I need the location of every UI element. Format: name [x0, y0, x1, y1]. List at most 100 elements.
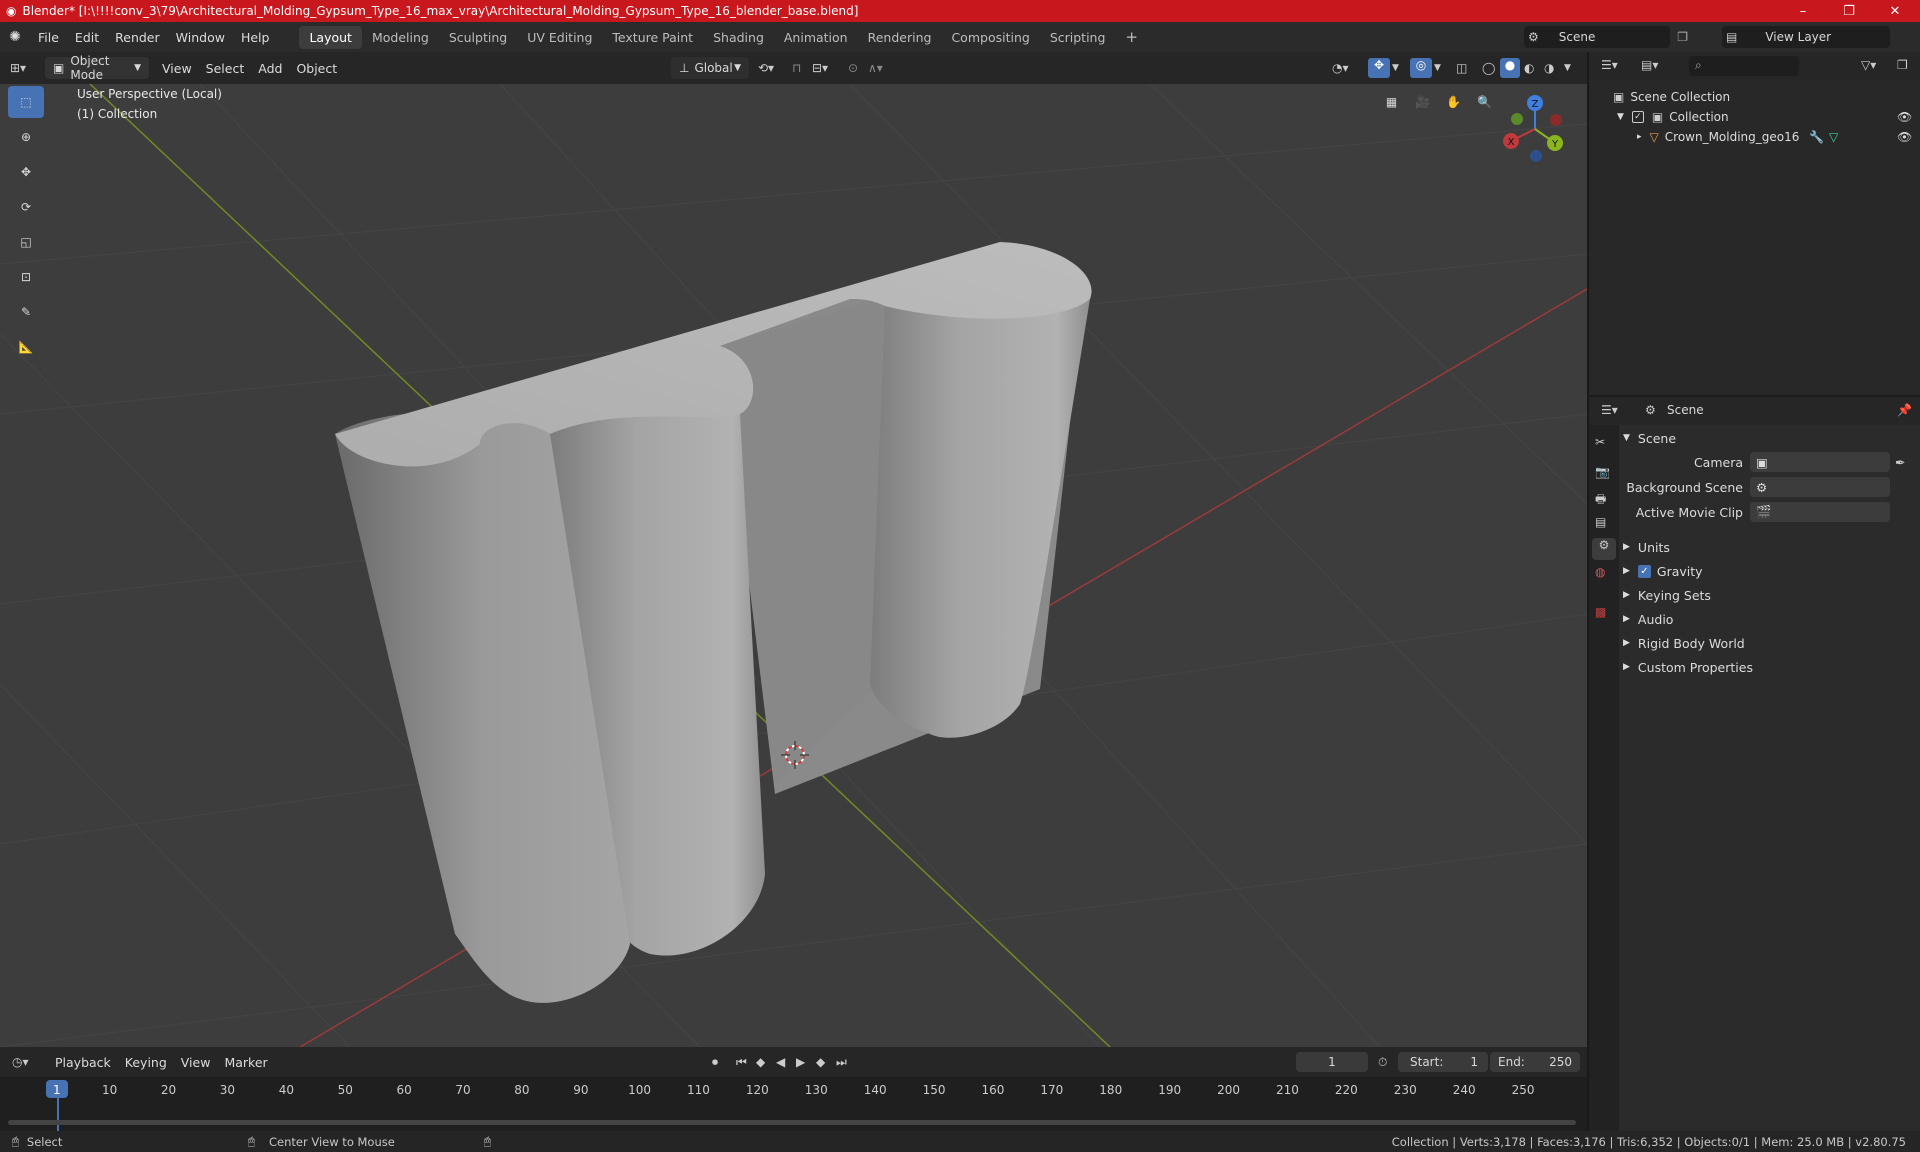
menu-add[interactable]: Add [251, 61, 289, 76]
clock-icon[interactable]: ⏱ [1378, 1055, 1387, 1070]
rotate-tool[interactable]: ⟳ [8, 191, 44, 223]
menu-object[interactable]: Object [289, 61, 344, 76]
keying-sets-panel-header[interactable]: ▶ Keying Sets [1623, 584, 1920, 606]
outliner-search-input[interactable]: ⌕ [1689, 56, 1799, 76]
pin-icon[interactable]: 📌 [1897, 403, 1912, 417]
view-layer-tab-icon[interactable]: ▤ [1595, 515, 1606, 529]
add-workspace-button[interactable]: + [1115, 24, 1148, 50]
camera-field[interactable]: ▣ [1750, 452, 1890, 472]
gravity-panel-header[interactable]: ▶ ✓ Gravity [1623, 560, 1920, 582]
world-tab-icon[interactable]: ◍ [1595, 565, 1605, 579]
eye-icon[interactable]: 👁 [1897, 110, 1912, 124]
tab-rendering[interactable]: Rendering [858, 26, 942, 49]
close-button[interactable]: ✕ [1872, 0, 1918, 22]
eye-icon[interactable]: 👁 [1897, 130, 1912, 144]
maximize-button[interactable]: ❐ [1826, 0, 1872, 22]
audio-panel-header[interactable]: ▶ Audio [1623, 608, 1920, 630]
display-mode-icon[interactable]: ▤▾ [1641, 58, 1658, 72]
select-box-tool[interactable]: ⬚ [8, 86, 44, 118]
prev-keyframe-icon[interactable]: ◆ [756, 1055, 765, 1069]
new-scene-icon[interactable]: ❐ [1677, 30, 1688, 44]
chevron-down-icon[interactable]: ▼ [1434, 63, 1441, 73]
units-panel-header[interactable]: ▶ Units [1623, 536, 1920, 558]
gizmo-toggle-icon[interactable]: ✥ [1368, 58, 1390, 78]
menu-edit[interactable]: Edit [67, 30, 107, 45]
checkbox-icon[interactable]: ✓ [1631, 111, 1644, 123]
tab-uv-editing[interactable]: UV Editing [517, 26, 602, 49]
toggle-grid-icon[interactable]: ▦ [1378, 88, 1405, 115]
tab-compositing[interactable]: Compositing [941, 26, 1039, 49]
zoom-icon[interactable]: 🔍 [1471, 88, 1498, 115]
tab-animation[interactable]: Animation [774, 26, 858, 49]
measure-tool[interactable]: 📐 [8, 331, 44, 363]
falloff-icon[interactable]: ∧▾ [868, 61, 883, 75]
jump-end-icon[interactable]: ⏭ [836, 1055, 847, 1070]
modifier-wrench-icon[interactable]: 🔧 [1809, 130, 1824, 144]
scale-tool[interactable]: ◱ [8, 226, 44, 258]
transform-tool[interactable]: ⊡ [8, 261, 44, 293]
active-movie-clip-field[interactable]: 🎬 [1750, 502, 1890, 522]
jump-start-icon[interactable]: ⏮ [736, 1055, 747, 1070]
menu-view[interactable]: View [155, 61, 199, 76]
pivot-icon[interactable]: ⟲▾ [758, 61, 774, 75]
snap-icon[interactable]: ⊓ [792, 61, 801, 75]
scene-panel-header[interactable]: ▼ Scene [1623, 427, 1920, 449]
mode-dropdown[interactable]: ▣ Object Mode ▼ [45, 54, 149, 82]
tool-tab-icon[interactable]: ✂ [1595, 435, 1605, 449]
orientation-dropdown[interactable]: ⊥ Global ▼ [671, 57, 749, 79]
menu-playback[interactable]: Playback [48, 1055, 118, 1070]
menu-window[interactable]: Window [168, 30, 233, 45]
camera-view-icon[interactable]: 🎥 [1409, 88, 1436, 115]
editor-type-icon[interactable]: ☰▾ [1601, 403, 1618, 417]
end-frame-field[interactable]: End: 250 [1490, 1052, 1580, 1072]
menu-file[interactable]: File [30, 30, 67, 45]
cursor-tool[interactable]: ⊕ [8, 121, 44, 153]
record-icon[interactable]: ⏺ [712, 1055, 718, 1070]
solid-shading-icon[interactable]: ● [1500, 58, 1520, 78]
menu-timeline-view[interactable]: View [174, 1055, 218, 1070]
gravity-checkbox[interactable]: ✓ [1637, 564, 1651, 578]
editor-type-icon[interactable]: ⊞▾ [10, 61, 42, 75]
chevron-down-icon[interactable]: ▼ [1392, 63, 1399, 73]
tab-shading[interactable]: Shading [703, 26, 774, 49]
annotate-tool[interactable]: ✎ [8, 296, 44, 328]
pan-hand-icon[interactable]: ✋ [1440, 88, 1467, 115]
menu-marker[interactable]: Marker [217, 1055, 274, 1070]
output-tab-icon[interactable]: 🖶 [1595, 490, 1606, 511]
minimize-button[interactable]: – [1780, 0, 1826, 22]
menu-help[interactable]: Help [233, 30, 278, 45]
filter-icon[interactable]: ▽▾ [1861, 58, 1876, 72]
custom-properties-panel-header[interactable]: ▶ Custom Properties [1623, 656, 1920, 678]
snap-target-icon[interactable]: ⊟▾ [812, 61, 828, 75]
editor-type-icon[interactable]: ◷▾ [12, 1055, 48, 1069]
mesh-data-icon[interactable]: ▽ [1829, 130, 1838, 144]
start-frame-field[interactable]: Start: 1 [1398, 1052, 1488, 1072]
rendered-shading-icon[interactable]: ◑ [1544, 61, 1554, 75]
menu-select[interactable]: Select [199, 61, 252, 76]
tab-modeling[interactable]: Modeling [362, 26, 439, 49]
eyedropper-icon[interactable]: ✒ [1895, 455, 1905, 470]
tab-texture-paint[interactable]: Texture Paint [602, 26, 703, 49]
current-frame-field[interactable]: 1 [1296, 1052, 1368, 1072]
blender-menu-icon[interactable]: ✺ [0, 29, 30, 45]
xray-icon[interactable]: ◫ [1456, 61, 1467, 75]
outliner-row-collection[interactable]: ▼ ✓ ▣ Collection 👁 [1589, 107, 1920, 127]
overlays-toggle-icon[interactable]: ◎ [1410, 58, 1432, 78]
expand-icon[interactable]: ▼ [1617, 112, 1624, 122]
move-tool[interactable]: ✥ [8, 156, 44, 188]
scene-selector[interactable]: ⚙ Scene ❐ [1524, 26, 1688, 48]
wireframe-shading-icon[interactable]: ◯ [1482, 61, 1495, 75]
expand-icon[interactable]: ▸ [1637, 132, 1642, 142]
texture-tab-icon[interactable]: ▩ [1595, 605, 1606, 619]
menu-keying[interactable]: Keying [118, 1055, 174, 1070]
background-scene-field[interactable]: ⚙ [1750, 477, 1890, 497]
tab-scripting[interactable]: Scripting [1040, 26, 1116, 49]
play-icon[interactable]: ▶ [796, 1055, 805, 1069]
chevron-down-icon[interactable]: ▼ [1564, 63, 1571, 73]
timeline-scrollbar[interactable] [8, 1120, 1576, 1125]
3d-viewport[interactable]: Z X Y [0, 84, 1587, 1047]
outliner-row-object[interactable]: ▸ ▽ Crown_Molding_geo16 🔧 ▽ 👁 [1589, 127, 1920, 147]
tab-layout[interactable]: Layout [299, 25, 362, 49]
timeline-ruler[interactable]: 1 10 20 30 40 50 60 70 80 90 100 110 120 130 140 150 160… [0, 1077, 1587, 1131]
visibility-icon[interactable]: ◔▾ [1332, 61, 1349, 75]
